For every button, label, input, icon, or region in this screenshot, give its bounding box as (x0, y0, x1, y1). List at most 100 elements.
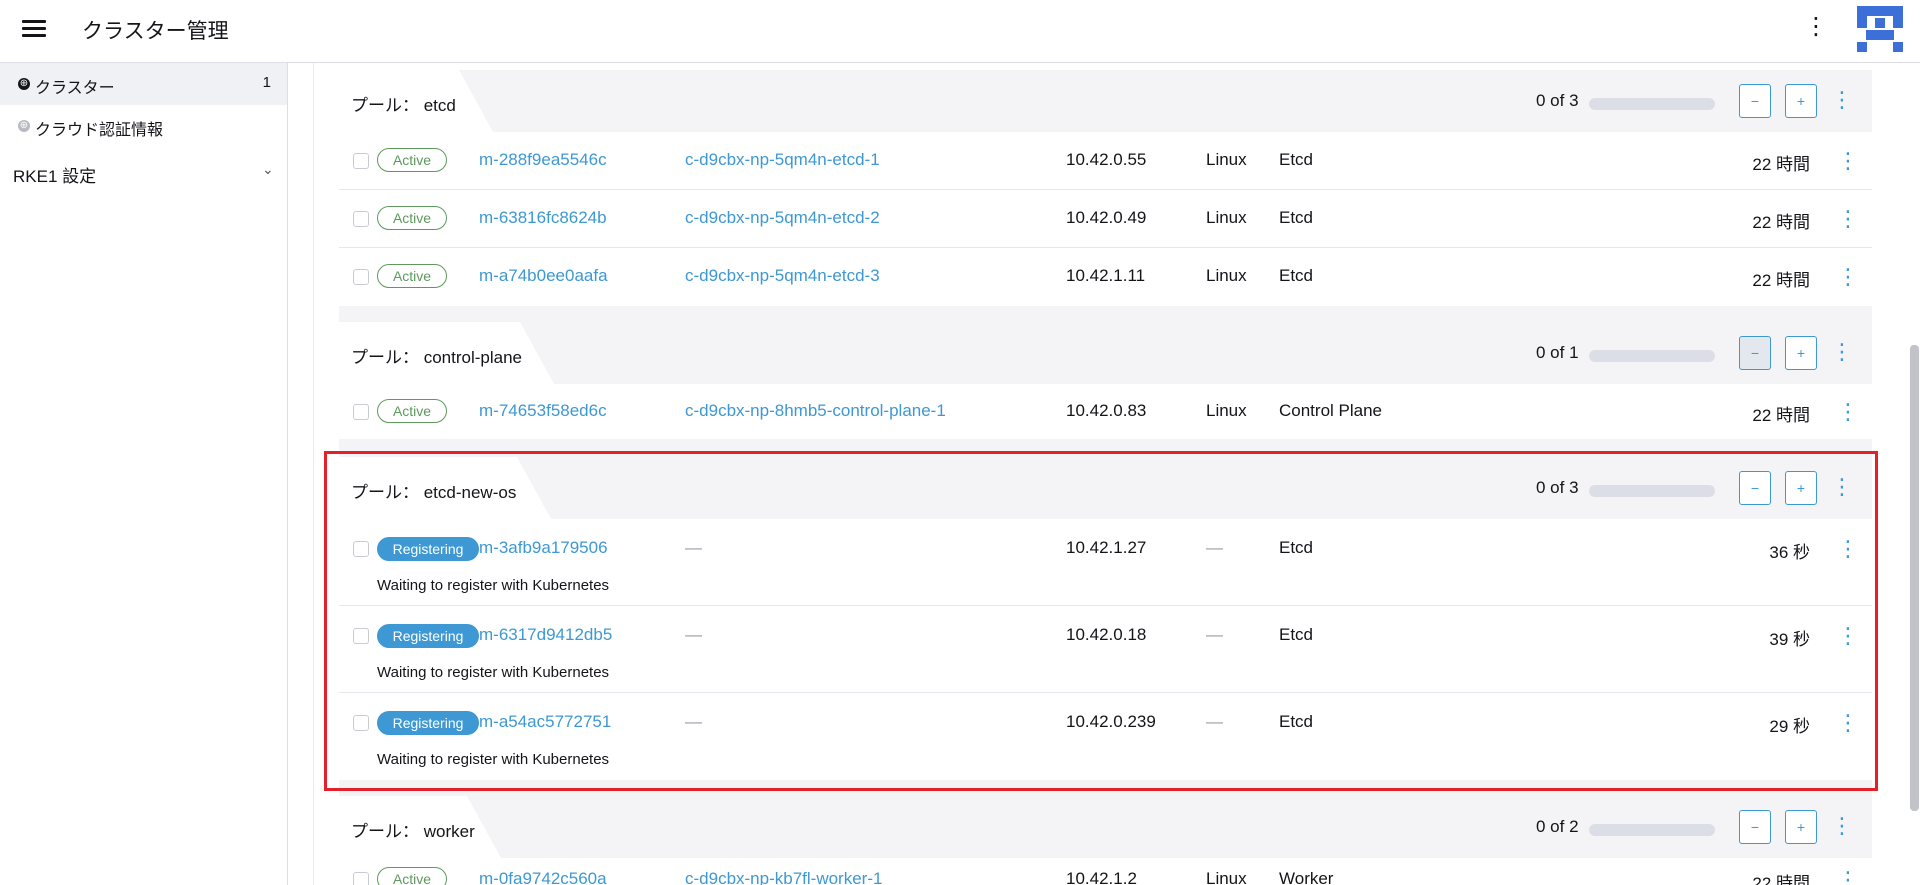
scale-down-button[interactable]: − (1739, 84, 1771, 118)
ip-address: 10.42.1.2 (1066, 869, 1137, 885)
status-badge: Active (377, 399, 447, 423)
node-link[interactable]: m-6317d9412db5 (479, 625, 612, 645)
row-more-options-icon[interactable]: ⋮ (1837, 146, 1859, 176)
os: — (1206, 538, 1223, 557)
roles: Etcd (1279, 150, 1314, 169)
pool-header-etcd: プール： etcd 0 of 3 − + ⋮ (339, 70, 1872, 132)
table-row[interactable]: Active m-288f9ea5546c c-d9cbx-np-5qm4n-e… (339, 132, 1872, 190)
scale-up-button[interactable]: + (1785, 810, 1817, 844)
node-link[interactable]: m-a54ac5772751 (479, 712, 611, 732)
table-row[interactable]: Active m-63816fc8624b c-d9cbx-np-5qm4n-e… (339, 190, 1872, 248)
row-more-options-icon[interactable]: ⋮ (1837, 397, 1859, 427)
machine-link[interactable]: c-d9cbx-np-5qm4n-etcd-2 (685, 208, 880, 228)
pool-separator (339, 780, 1872, 796)
sidebar-item-clusters[interactable]: ⊕ クラスター 1 (0, 63, 287, 105)
pool-title: プール： control-plane (351, 348, 523, 367)
scale-down-button[interactable]: − (1739, 336, 1771, 370)
status-message: Waiting to register with Kubernetes (377, 751, 610, 768)
node-link[interactable]: m-74653f58ed6c (479, 401, 607, 421)
sidebar-item-cloud-credentials[interactable]: ⊕ クラウド認証情報 (0, 105, 287, 147)
row-checkbox[interactable] (353, 153, 369, 169)
pool-more-options-icon[interactable]: ⋮ (1831, 471, 1853, 505)
pool-separator (339, 439, 1872, 457)
row-checkbox[interactable] (353, 269, 369, 285)
node-link[interactable]: m-a74b0ee0aafa (479, 266, 608, 286)
row-more-options-icon[interactable]: ⋮ (1837, 708, 1859, 738)
ip-address: 10.42.1.11 (1066, 266, 1146, 285)
row-checkbox[interactable] (353, 541, 369, 557)
roles: Etcd (1279, 625, 1314, 644)
scale-up-button[interactable]: + (1785, 336, 1817, 370)
roles: Etcd (1279, 208, 1314, 227)
node-link[interactable]: m-288f9ea5546c (479, 150, 607, 170)
node-link[interactable]: m-3afb9a179506 (479, 538, 608, 558)
machine-link[interactable]: c-d9cbx-np-5qm4n-etcd-3 (685, 266, 880, 286)
ip-address: 10.42.1.27 (1066, 538, 1147, 557)
table-row[interactable]: Active m-74653f58ed6c c-d9cbx-np-8hmb5-c… (339, 384, 1872, 439)
scale-up-button[interactable]: + (1785, 84, 1817, 118)
header-more-options-icon[interactable]: ⋮ (1804, 12, 1828, 42)
sidebar-item-label: クラウド認証情報 (35, 122, 164, 139)
row-checkbox[interactable] (353, 211, 369, 227)
sidebar: ⊕ クラスター 1 ⊕ クラウド認証情報 RKE1 設定 ⌄ (0, 63, 288, 885)
sidebar-group-rke1-settings[interactable]: RKE1 設定 ⌄ (0, 149, 287, 195)
machine-link: — (685, 538, 702, 557)
table-row[interactable]: Active m-a74b0ee0aafa c-d9cbx-np-5qm4n-e… (339, 248, 1872, 306)
row-checkbox[interactable] (353, 715, 369, 731)
node-link[interactable]: m-0fa9742c560a (479, 869, 607, 885)
table-row[interactable]: Active m-0fa9742c560a c-d9cbx-np-kb7fl-w… (339, 858, 1872, 885)
roles: Etcd (1279, 712, 1314, 731)
roles: Control Plane (1279, 401, 1383, 420)
os: Linux (1206, 401, 1247, 420)
row-more-options-icon[interactable]: ⋮ (1837, 204, 1859, 234)
node-pools-panel: プール： etcd 0 of 3 − + ⋮ Active m-288f9ea5… (313, 63, 1872, 885)
table-row[interactable]: Registering m-a54ac5772751 — 10.42.0.239… (339, 693, 1872, 780)
age: 22 時間 (1752, 271, 1810, 290)
table-row[interactable]: Registering m-6317d9412db5 — 10.42.0.18 … (339, 606, 1872, 693)
pool-title: プール： worker (351, 822, 475, 841)
pool-more-options-icon[interactable]: ⋮ (1831, 84, 1853, 118)
os: Linux (1206, 150, 1247, 169)
pool-machine-count: 0 of 2 (1536, 817, 1579, 836)
scale-down-button[interactable]: − (1739, 471, 1771, 505)
os: — (1206, 712, 1223, 731)
row-checkbox[interactable] (353, 872, 369, 885)
roles: Etcd (1279, 538, 1314, 557)
pool-header-control-plane: プール： control-plane 0 of 1 − + ⋮ (339, 322, 1872, 384)
pool-progress-bar (1589, 485, 1715, 497)
os: Linux (1206, 266, 1247, 285)
machine-link[interactable]: c-d9cbx-np-kb7fl-worker-1 (685, 869, 882, 885)
roles: Etcd (1279, 266, 1314, 285)
row-more-options-icon[interactable]: ⋮ (1837, 262, 1859, 292)
globe-icon: ⊕ (18, 120, 30, 132)
status-badge: Active (377, 206, 447, 230)
scale-down-button[interactable]: − (1739, 810, 1771, 844)
machine-link: — (685, 625, 702, 644)
table-row[interactable]: Registering m-3afb9a179506 — 10.42.1.27 … (339, 519, 1872, 606)
brand-logo-icon[interactable] (1857, 6, 1903, 52)
pool-more-options-icon[interactable]: ⋮ (1831, 336, 1853, 370)
scale-up-button[interactable]: + (1785, 471, 1817, 505)
status-badge: Active (377, 264, 447, 288)
pool-more-options-icon[interactable]: ⋮ (1831, 810, 1853, 844)
node-link[interactable]: m-63816fc8624b (479, 208, 607, 228)
ip-address: 10.42.0.49 (1066, 208, 1147, 227)
status-badge: Registering (377, 624, 479, 648)
row-checkbox[interactable] (353, 404, 369, 420)
machine-link[interactable]: c-d9cbx-np-5qm4n-etcd-1 (685, 150, 880, 170)
pool-tab: プール： etcd-new-os (339, 457, 551, 519)
row-more-options-icon[interactable]: ⋮ (1837, 865, 1859, 885)
vertical-scrollbar[interactable] (1910, 345, 1919, 811)
row-more-options-icon[interactable]: ⋮ (1837, 534, 1859, 564)
age: 36 秒 (1769, 543, 1810, 562)
row-checkbox[interactable] (353, 628, 369, 644)
row-more-options-icon[interactable]: ⋮ (1837, 621, 1859, 651)
status-message: Waiting to register with Kubernetes (377, 664, 610, 681)
os: Linux (1206, 208, 1247, 227)
hamburger-menu-icon[interactable] (20, 16, 48, 44)
machine-link[interactable]: c-d9cbx-np-8hmb5-control-plane-1 (685, 401, 946, 421)
main-content: プール： etcd 0 of 3 − + ⋮ Active m-288f9ea5… (289, 63, 1920, 885)
pool-title: プール： etcd-new-os (351, 483, 517, 502)
pool-tab: プール： worker (339, 796, 501, 858)
status-badge: Registering (377, 711, 479, 735)
